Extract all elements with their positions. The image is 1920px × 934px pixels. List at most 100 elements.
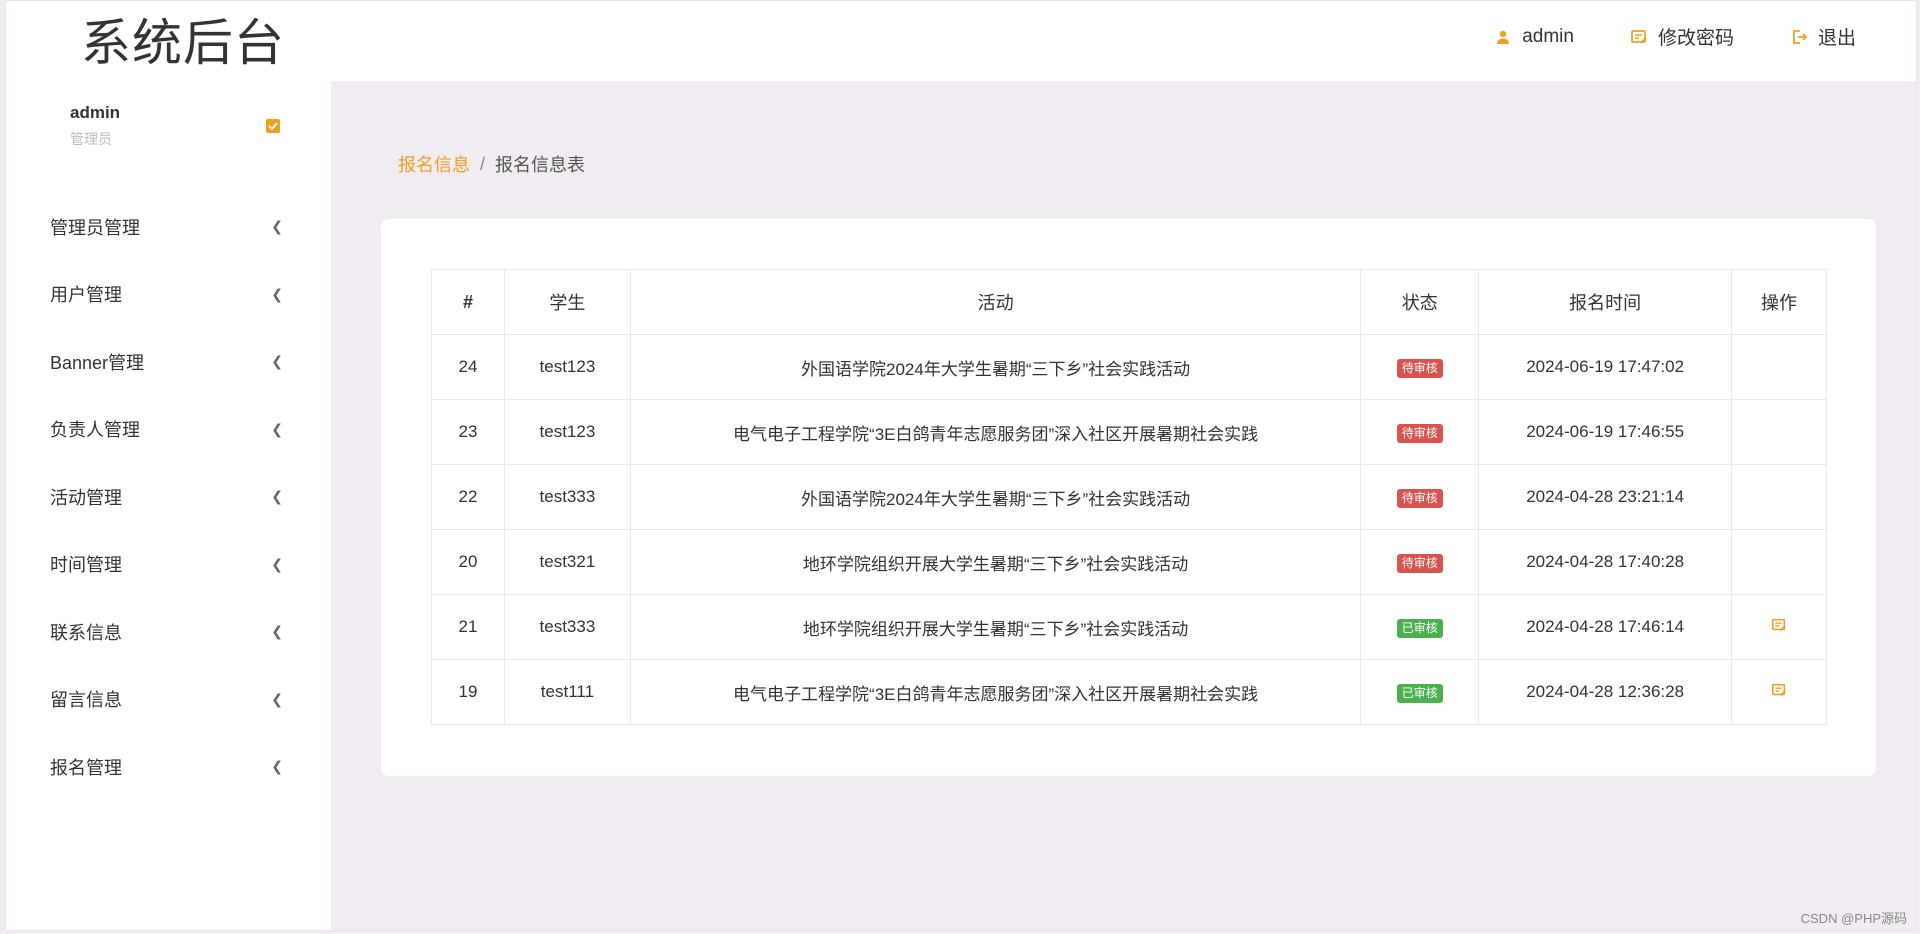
status-badge: 待审核 bbox=[1396, 553, 1443, 573]
sidebar-item-label: 留言信息 bbox=[50, 690, 122, 711]
cell-activity: 外国语学院2024年大学生暑期“三下乡”社会实践活动 bbox=[629, 334, 1362, 400]
app-window: 系统后台 admin 修改密码 退出 admin 管理员 管理员管理 ❮ 用户管… bbox=[5, 0, 1917, 931]
chevron-left-icon: ❮ bbox=[271, 555, 283, 572]
cell-student: test333 bbox=[503, 594, 631, 660]
sidebar-item-messages[interactable]: 留言信息 ❮ bbox=[6, 666, 331, 734]
cell-time: 2024-06-19 17:46:55 bbox=[1478, 399, 1733, 465]
logout-link[interactable]: 退出 bbox=[1790, 23, 1856, 50]
cell-id: 23 bbox=[431, 399, 505, 465]
cell-activity: 电气电子工程学院“3E白鸽青年志愿服务团”深入社区开展暑期社会实践 bbox=[629, 399, 1362, 465]
cell-activity: 电气电子工程学院“3E白鸽青年志愿服务团”深入社区开展暑期社会实践 bbox=[629, 659, 1362, 725]
cell-time: 2024-04-28 23:21:14 bbox=[1478, 464, 1733, 530]
sidebar-item-contact-info[interactable]: 联系信息 ❮ bbox=[6, 598, 331, 666]
profile-name: admin bbox=[70, 103, 121, 122]
logout-icon bbox=[1790, 28, 1808, 46]
column-header-student: 学生 bbox=[503, 269, 631, 335]
sidebar-item-label: 时间管理 bbox=[50, 555, 122, 576]
status-badge: 已审核 bbox=[1396, 618, 1443, 638]
cell-time: 2024-04-28 12:36:28 bbox=[1478, 659, 1733, 725]
sidebar-item-activity-manage[interactable]: 活动管理 ❮ bbox=[6, 463, 331, 531]
cell-time: 2024-04-28 17:40:28 bbox=[1478, 529, 1733, 595]
sidebar-item-label: 负责人管理 bbox=[50, 420, 140, 441]
cell-actions bbox=[1731, 464, 1827, 530]
sidebar-item-label: 用户管理 bbox=[50, 285, 122, 306]
sidebar-item-signup-manage[interactable]: 报名管理 ❮ bbox=[6, 733, 331, 801]
table-row: 24 test123 外国语学院2024年大学生暑期“三下乡”社会实践活动 待审… bbox=[431, 334, 1827, 400]
column-header-actions: 操作 bbox=[1731, 269, 1827, 335]
cell-status: 待审核 bbox=[1360, 334, 1480, 400]
change-password-label: 修改密码 bbox=[1657, 28, 1734, 49]
chevron-left-icon: ❮ bbox=[271, 690, 283, 707]
sidebar-menu: 管理员管理 ❮ 用户管理 ❮ Banner管理 ❮ 负责人管理 ❮ 活动管理 ❮ 时间管理… bbox=[6, 193, 331, 801]
table-row: 19 test111 电气电子工程学院“3E白鸽青年志愿服务团”深入社区开展暑期… bbox=[431, 659, 1827, 725]
cell-id: 20 bbox=[431, 529, 505, 595]
chevron-left-icon: ❮ bbox=[271, 420, 283, 437]
sidebar-item-label: 管理员管理 bbox=[50, 217, 140, 238]
status-badge: 已审核 bbox=[1396, 683, 1443, 703]
cell-actions bbox=[1731, 594, 1827, 660]
cell-actions bbox=[1731, 529, 1827, 595]
cell-activity: 外国语学院2024年大学生暑期“三下乡”社会实践活动 bbox=[629, 464, 1362, 530]
main-content: 报名信息 / 报名信息表 # 学生 活动 状态 报名时间 操作 24 test1… bbox=[331, 81, 1916, 930]
table-row: 21 test333 地环学院组织开展大学生暑期“三下乡”社会实践活动 已审核 … bbox=[431, 594, 1827, 660]
breadcrumb-root-link[interactable]: 报名信息 bbox=[398, 151, 470, 177]
cell-status: 待审核 bbox=[1360, 529, 1480, 595]
cell-time: 2024-06-19 17:47:02 bbox=[1478, 334, 1733, 400]
cell-actions bbox=[1731, 399, 1827, 465]
table-row: 20 test321 地环学院组织开展大学生暑期“三下乡”社会实践活动 待审核 … bbox=[431, 529, 1827, 595]
profile-role: 管理员 bbox=[70, 131, 112, 147]
cell-status: 待审核 bbox=[1360, 399, 1480, 465]
sidebar-item-time-manage[interactable]: 时间管理 ❮ bbox=[6, 531, 331, 599]
cell-id: 19 bbox=[431, 659, 505, 725]
breadcrumb-separator: / bbox=[480, 153, 486, 174]
sidebar-item-leader-manage[interactable]: 负责人管理 ❮ bbox=[6, 396, 331, 464]
table-header-row: # 学生 活动 状态 报名时间 操作 bbox=[431, 269, 1827, 335]
change-password-link[interactable]: 修改密码 bbox=[1630, 23, 1734, 50]
column-header-status: 状态 bbox=[1360, 269, 1480, 335]
cell-actions bbox=[1731, 334, 1827, 400]
top-nav: admin 修改密码 退出 bbox=[1494, 23, 1856, 50]
edit-icon[interactable] bbox=[1770, 681, 1788, 699]
user-menu[interactable]: admin bbox=[1494, 26, 1574, 48]
chevron-left-icon: ❮ bbox=[271, 285, 283, 302]
cell-status: 待审核 bbox=[1360, 464, 1480, 530]
signup-table: # 学生 活动 状态 报名时间 操作 24 test123 外国语学院2024年… bbox=[431, 269, 1827, 725]
cell-time: 2024-04-28 17:46:14 bbox=[1478, 594, 1733, 660]
verified-icon bbox=[264, 117, 282, 135]
status-badge: 待审核 bbox=[1396, 423, 1443, 443]
table-row: 22 test333 外国语学院2024年大学生暑期“三下乡”社会实践活动 待审… bbox=[431, 464, 1827, 530]
chevron-left-icon: ❮ bbox=[271, 353, 283, 370]
sidebar-item-label: 活动管理 bbox=[50, 487, 122, 508]
sidebar-item-label: Banner管理 bbox=[50, 352, 145, 373]
user-icon bbox=[1494, 28, 1512, 46]
chevron-left-icon: ❮ bbox=[271, 758, 283, 775]
logout-label: 退出 bbox=[1817, 28, 1856, 49]
cell-actions bbox=[1731, 659, 1827, 725]
cell-id: 22 bbox=[431, 464, 505, 530]
column-header-time: 报名时间 bbox=[1478, 269, 1733, 335]
cell-activity: 地环学院组织开展大学生暑期“三下乡”社会实践活动 bbox=[629, 529, 1362, 595]
sidebar-item-label: 报名管理 bbox=[50, 757, 122, 778]
cell-student: test333 bbox=[503, 464, 631, 530]
sidebar-item-user-manage[interactable]: 用户管理 ❮ bbox=[6, 261, 331, 329]
status-badge: 待审核 bbox=[1396, 358, 1443, 378]
cell-student: test321 bbox=[503, 529, 631, 595]
cell-activity: 地环学院组织开展大学生暑期“三下乡”社会实践活动 bbox=[629, 594, 1362, 660]
watermark: CSDN @PHP源码 bbox=[1800, 911, 1907, 926]
status-badge: 待审核 bbox=[1396, 488, 1443, 508]
sidebar: admin 管理员 管理员管理 ❮ 用户管理 ❮ Banner管理 ❮ 负责人管理 ❮ … bbox=[6, 81, 331, 930]
cell-student: test123 bbox=[503, 399, 631, 465]
table-row: 23 test123 电气电子工程学院“3E白鸽青年志愿服务团”深入社区开展暑期… bbox=[431, 399, 1827, 465]
user-label: admin bbox=[1522, 25, 1574, 47]
top-bar: 系统后台 admin 修改密码 退出 bbox=[6, 1, 1916, 81]
column-header-activity: 活动 bbox=[629, 269, 1362, 335]
sidebar-item-admin-manage[interactable]: 管理员管理 ❮ bbox=[6, 193, 331, 261]
breadcrumb-current: 报名信息表 bbox=[495, 155, 586, 175]
brand-title: 系统后台 bbox=[81, 14, 285, 72]
edit-icon[interactable] bbox=[1770, 616, 1788, 634]
breadcrumb: 报名信息 / 报名信息表 bbox=[398, 151, 585, 177]
sidebar-item-banner-manage[interactable]: Banner管理 ❮ bbox=[6, 328, 331, 396]
chevron-left-icon: ❮ bbox=[271, 488, 283, 505]
table-card: # 学生 活动 状态 报名时间 操作 24 test123 外国语学院2024年… bbox=[381, 219, 1876, 776]
edit-icon bbox=[1630, 28, 1648, 46]
